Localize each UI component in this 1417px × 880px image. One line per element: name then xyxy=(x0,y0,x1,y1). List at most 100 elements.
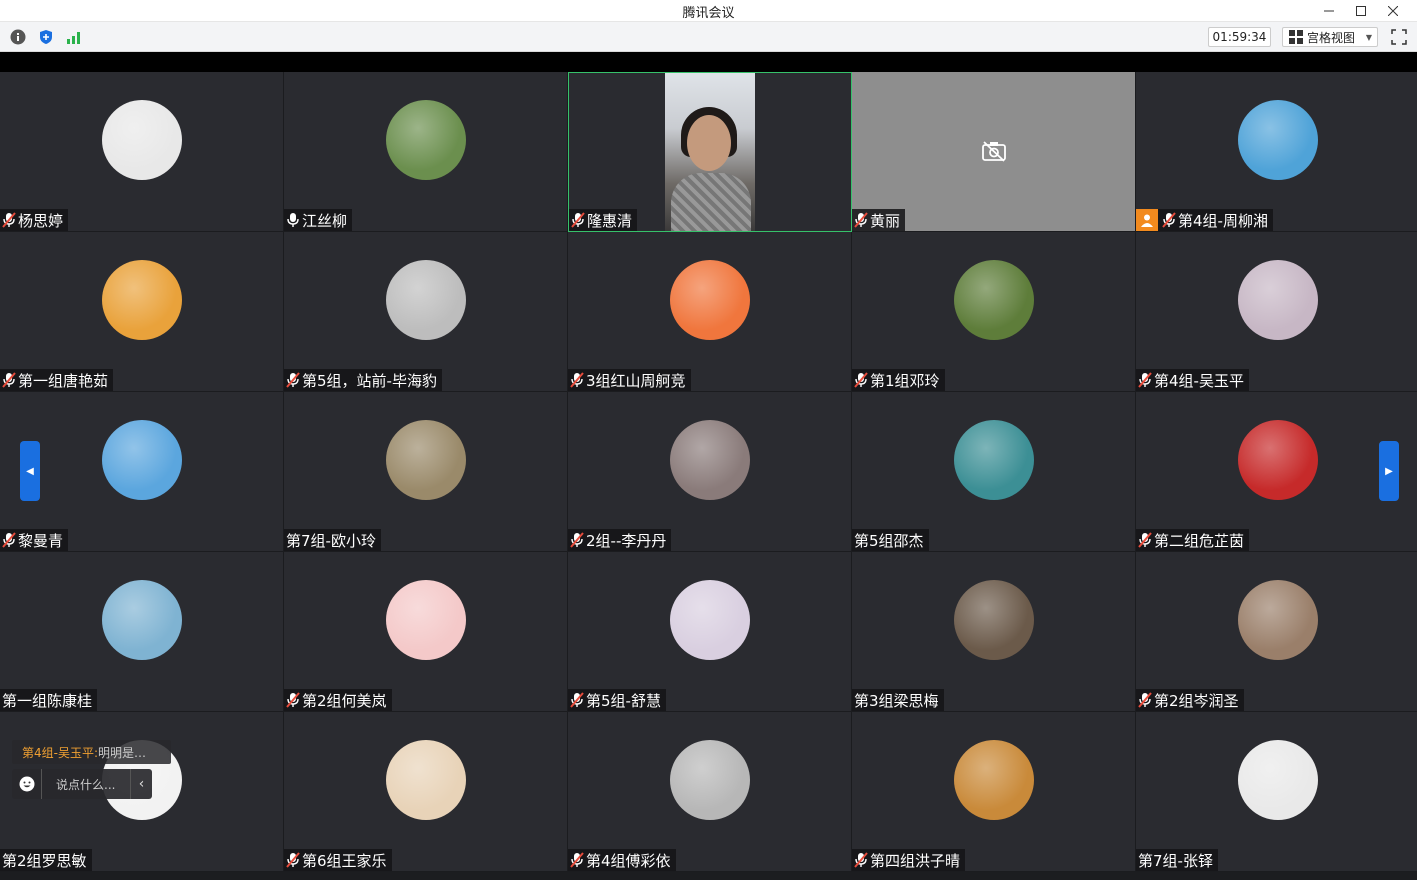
participant-name: 第6组王家乐 xyxy=(302,851,387,870)
prev-page-button[interactable]: ◀ xyxy=(20,441,40,501)
participant-tile[interactable]: 江丝柳 xyxy=(284,72,568,232)
minimize-button[interactable] xyxy=(1313,0,1345,22)
participant-name-bar: 第4组傅彩依 xyxy=(568,849,676,871)
participant-tile[interactable]: 第2组何美岚 xyxy=(284,552,568,712)
bottom-band xyxy=(0,872,1417,880)
participant-tile[interactable]: 第二组危芷茵 xyxy=(1136,392,1417,552)
participant-name-bar: 杨思婷 xyxy=(0,209,69,231)
avatar xyxy=(385,420,466,500)
mic-muted-icon xyxy=(854,852,868,868)
avatar xyxy=(669,260,750,340)
mic-muted-icon xyxy=(286,852,300,868)
participant-tile[interactable]: 第1组邓玲 xyxy=(852,232,1136,392)
participant-name: 第一组唐艳茹 xyxy=(18,371,109,390)
participant-tile[interactable]: 隆惠清 xyxy=(568,72,852,232)
participant-tile[interactable]: 第4组-周柳湘 xyxy=(1136,72,1417,232)
participant-name: 隆惠清 xyxy=(587,211,633,230)
participant-name: 江丝柳 xyxy=(302,211,348,230)
participant-tile[interactable]: 第2组岑润圣 xyxy=(1136,552,1417,712)
collapse-chat-button[interactable]: ‹ xyxy=(130,769,152,799)
mic-muted-icon xyxy=(571,212,585,228)
fullscreen-button[interactable] xyxy=(1391,29,1407,45)
participant-name-bar: 3组红山周舸竞 xyxy=(568,369,691,391)
chat-sender: 第4组-吴玉平: xyxy=(22,746,99,760)
participant-name-bar: 第3组梁思梅 xyxy=(852,689,944,711)
maximize-button[interactable] xyxy=(1345,0,1377,22)
avatar xyxy=(385,740,466,820)
participant-tile[interactable]: 第3组梁思梅 xyxy=(852,552,1136,712)
participant-name-bar: 黄丽 xyxy=(852,209,906,231)
emoji-icon xyxy=(19,776,34,792)
participant-name: 第二组危芷茵 xyxy=(1154,531,1245,550)
camera-off-icon xyxy=(981,140,1007,162)
participant-tile[interactable]: 第5组，站前-毕海豹 xyxy=(284,232,568,392)
participant-tile[interactable]: 第一组唐艳茹 xyxy=(0,232,284,392)
participant-tile[interactable]: 第6组王家乐 xyxy=(284,712,568,872)
participant-tile[interactable]: 第7组-张铎 xyxy=(1136,712,1417,872)
avatar xyxy=(385,100,466,180)
title-bar: 腾讯会议 xyxy=(0,0,1417,22)
chevron-left-icon: ‹ xyxy=(138,776,145,792)
participant-name-bar: 第5组邵杰 xyxy=(852,529,929,551)
participant-tile[interactable]: 第7组-欧小玲 xyxy=(284,392,568,552)
participant-tile[interactable]: 黄丽 xyxy=(852,72,1136,232)
info-icon xyxy=(10,29,26,45)
view-mode-dropdown[interactable]: 宫格视图 ▼ xyxy=(1282,27,1378,47)
participant-name: 黄丽 xyxy=(870,211,901,230)
participant-tile[interactable]: 第4组傅彩依 xyxy=(568,712,852,872)
participant-tile[interactable]: 2组--李丹丹 xyxy=(568,392,852,552)
chat-toast[interactable]: 第4组-吴玉平:明明是… xyxy=(12,740,171,764)
participant-name: 第5组，站前-毕海豹 xyxy=(302,371,437,390)
participant-tile[interactable]: 第一组陈康桂 xyxy=(0,552,284,712)
mic-muted-icon xyxy=(2,372,16,388)
avatar xyxy=(1237,420,1318,500)
participant-name: 第5组邵杰 xyxy=(854,531,924,550)
avatar xyxy=(101,100,182,180)
avatar xyxy=(101,420,182,500)
emoji-button[interactable] xyxy=(12,769,42,799)
avatar xyxy=(953,420,1034,500)
participant-name: 3组红山周舸竞 xyxy=(586,371,686,390)
video-feed xyxy=(665,73,755,231)
host-icon xyxy=(1136,209,1158,231)
mic-muted-icon xyxy=(1138,532,1152,548)
participant-name-bar: 第7组-张铎 xyxy=(1136,849,1218,871)
top-black-band xyxy=(0,52,1417,72)
chat-input[interactable]: 说点什么... xyxy=(42,776,130,793)
mic-muted-icon xyxy=(286,372,300,388)
mic-muted-icon xyxy=(286,692,300,708)
participant-name-bar: 第4组-吴玉平 xyxy=(1136,369,1249,391)
avatar xyxy=(953,260,1034,340)
security-button[interactable] xyxy=(38,29,54,45)
next-page-button[interactable]: ▶ xyxy=(1379,441,1399,501)
participant-name: 杨思婷 xyxy=(18,211,64,230)
participant-name: 第2组岑润圣 xyxy=(1154,691,1239,710)
participant-tile[interactable]: 杨思婷 xyxy=(0,72,284,232)
participant-tile[interactable]: 黎曼青 xyxy=(0,392,284,552)
participant-name-bar: 隆惠清 xyxy=(569,209,638,231)
mic-muted-icon xyxy=(1138,372,1152,388)
mic-muted-icon xyxy=(854,372,868,388)
mic-muted-icon xyxy=(570,692,584,708)
participant-name: 第4组傅彩依 xyxy=(586,851,671,870)
network-button[interactable] xyxy=(66,29,82,45)
participant-tile[interactable]: 3组红山周舸竞 xyxy=(568,232,852,392)
participant-tile[interactable]: 第四组洪子晴 xyxy=(852,712,1136,872)
close-button[interactable] xyxy=(1377,0,1409,22)
chevron-left-icon: ◀ xyxy=(26,465,34,477)
participant-tile[interactable]: 第5组-舒慧 xyxy=(568,552,852,712)
info-button[interactable] xyxy=(10,29,26,45)
avatar xyxy=(669,740,750,820)
participant-name-bar: 第四组洪子晴 xyxy=(852,849,966,871)
chevron-down-icon: ▼ xyxy=(1365,32,1372,42)
shield-icon xyxy=(40,30,52,44)
participant-name-bar: 第1组邓玲 xyxy=(852,369,945,391)
participant-tile[interactable]: 第4组-吴玉平 xyxy=(1136,232,1417,392)
participant-name: 第7组-欧小玲 xyxy=(286,531,376,550)
participant-name-bar: 第5组-舒慧 xyxy=(568,689,666,711)
mic-muted-icon xyxy=(2,532,16,548)
participant-name: 第2组何美岚 xyxy=(302,691,387,710)
participant-tile[interactable]: 第5组邵杰 xyxy=(852,392,1136,552)
close-icon xyxy=(1388,6,1398,16)
minimize-icon xyxy=(1324,10,1334,12)
